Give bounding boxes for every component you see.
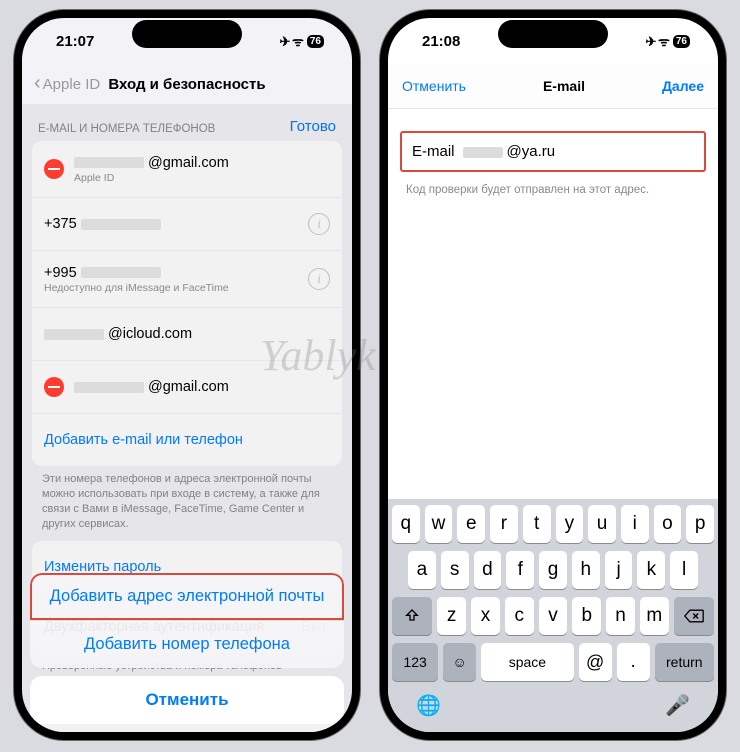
page-title: E-mail — [543, 78, 585, 94]
letter-key[interactable]: n — [606, 597, 635, 635]
list-item[interactable]: +375 i — [32, 198, 342, 251]
letter-key[interactable]: z — [437, 597, 466, 635]
dynamic-island — [132, 20, 242, 48]
battery-indicator: 76 — [673, 35, 690, 48]
letter-key[interactable]: w — [425, 505, 453, 543]
backspace-key[interactable] — [674, 597, 714, 635]
return-key[interactable]: return — [655, 643, 714, 681]
list-item[interactable]: @icloud.com — [32, 308, 342, 361]
letter-key[interactable]: b — [572, 597, 601, 635]
letter-key[interactable]: d — [474, 551, 502, 589]
letter-key[interactable]: g — [539, 551, 567, 589]
field-hint: Код проверки будет отправлен на этот адр… — [388, 178, 718, 202]
letter-key[interactable]: q — [392, 505, 420, 543]
emoji-key[interactable]: ☺ — [443, 643, 476, 681]
letter-key[interactable]: j — [605, 551, 633, 589]
cancel-button[interactable]: Отменить — [30, 676, 344, 724]
letter-key[interactable]: t — [523, 505, 551, 543]
on-screen-keyboard: qwertyuiop asdfghjkl zxcvbnm 123 ☺ space… — [388, 499, 718, 732]
globe-icon[interactable]: 🌐 — [416, 693, 441, 718]
add-phone-button[interactable]: Добавить номер телефона — [30, 621, 344, 668]
letter-key[interactable]: p — [686, 505, 714, 543]
numbers-key[interactable]: 123 — [392, 643, 438, 681]
nav-bar: ‹ Apple ID Вход и безопасность — [22, 64, 352, 104]
letter-key[interactable]: u — [588, 505, 616, 543]
letter-key[interactable]: s — [441, 551, 469, 589]
letter-key[interactable]: x — [471, 597, 500, 635]
mic-icon[interactable]: 🎤 — [665, 693, 690, 718]
status-time: 21:08 — [422, 33, 460, 50]
at-key[interactable]: @ — [579, 643, 612, 681]
done-button[interactable]: Готово — [290, 118, 336, 135]
next-button[interactable]: Далее — [662, 78, 704, 94]
cancel-button[interactable]: Отменить — [402, 78, 466, 94]
section-footer: Эти номера телефонов и адреса электронно… — [22, 466, 352, 541]
letter-key[interactable]: m — [640, 597, 669, 635]
phone-right: 21:08 ✈︎ ᯤ 76 Отменить E-mail Далее E-ma… — [380, 10, 726, 740]
status-time: 21:07 — [56, 33, 94, 50]
letter-key[interactable]: i — [621, 505, 649, 543]
add-email-button[interactable]: Добавить адрес электронной почты — [30, 573, 344, 621]
delete-icon[interactable] — [44, 159, 64, 179]
dot-key[interactable]: . — [617, 643, 650, 681]
airplane-wifi-icons: ✈︎ ᯤ — [646, 32, 669, 50]
add-contact-button[interactable]: Добавить e-mail или телефон — [32, 414, 342, 466]
back-button[interactable]: ‹ Apple ID — [34, 76, 100, 93]
letter-key[interactable]: o — [654, 505, 682, 543]
nav-bar: Отменить E-mail Далее — [388, 64, 718, 109]
list-item[interactable]: +995 Недоступно для iMessage и FaceTime … — [32, 251, 342, 308]
delete-icon[interactable] — [44, 377, 64, 397]
letter-key[interactable]: r — [490, 505, 518, 543]
phone-left: 21:07 ✈︎ ᯤ 76 ‹ Apple ID Вход и безопасн… — [14, 10, 360, 740]
info-icon[interactable]: i — [308, 268, 330, 290]
email-field[interactable]: E-mail @ya.ru — [400, 131, 706, 172]
field-value: @ya.ru — [507, 143, 556, 160]
airplane-wifi-icons: ✈︎ ᯤ — [280, 32, 303, 50]
section-header: E-MAIL И НОМЕРА ТЕЛЕФОНОВ — [38, 123, 215, 135]
letter-key[interactable]: l — [670, 551, 698, 589]
letter-key[interactable]: y — [556, 505, 584, 543]
dynamic-island — [498, 20, 608, 48]
letter-key[interactable]: v — [539, 597, 568, 635]
list-item[interactable]: @gmail.com Apple ID — [32, 141, 342, 198]
letter-key[interactable]: h — [572, 551, 600, 589]
battery-indicator: 76 — [307, 35, 324, 48]
action-sheet: Добавить адрес электронной почты Добавит… — [30, 573, 344, 724]
list-item[interactable]: @gmail.com — [32, 361, 342, 414]
field-label: E-mail — [412, 143, 455, 160]
back-label: Apple ID — [43, 76, 101, 93]
contacts-list: @gmail.com Apple ID +375 i +995 Недоступ… — [32, 141, 342, 466]
letter-key[interactable]: e — [457, 505, 485, 543]
space-key[interactable]: space — [481, 643, 573, 681]
info-icon[interactable]: i — [308, 213, 330, 235]
letter-key[interactable]: f — [506, 551, 534, 589]
letter-key[interactable]: c — [505, 597, 534, 635]
letter-key[interactable]: k — [637, 551, 665, 589]
page-title: Вход и безопасность — [108, 76, 265, 93]
letter-key[interactable]: a — [408, 551, 436, 589]
shift-key[interactable] — [392, 597, 432, 635]
